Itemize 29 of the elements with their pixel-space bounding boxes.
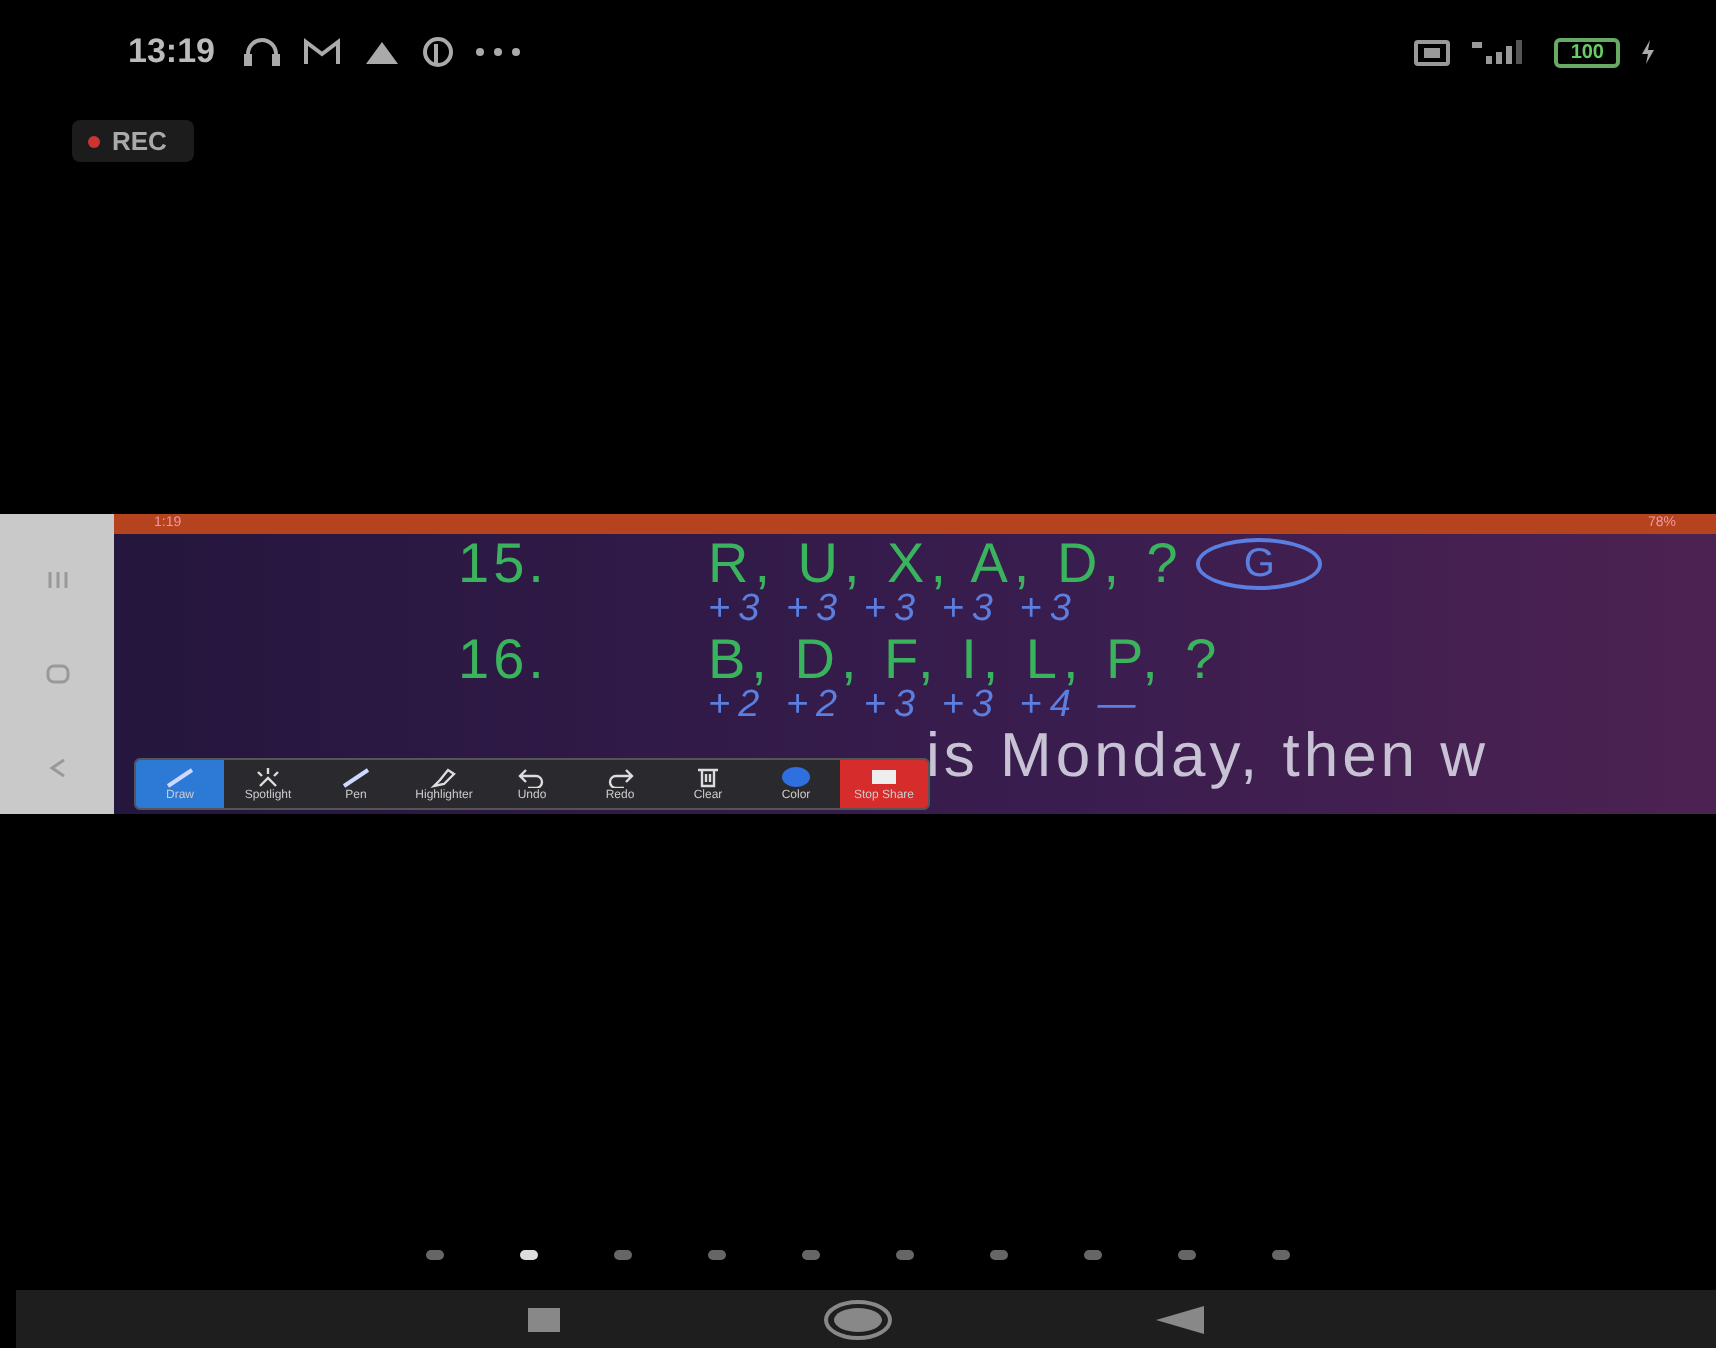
handwritten-steps: +3 +3 +3 +3 +3 <box>708 588 1079 630</box>
trash-icon <box>692 766 724 788</box>
mail-icon <box>302 38 343 66</box>
letter-sequence: B, D, F, I, L, P, ? <box>708 634 1223 686</box>
more-icon <box>474 46 523 58</box>
color-swatch-icon <box>780 766 812 788</box>
letter-sequence: R, U, X, A, D, ? <box>708 538 1184 590</box>
recording-badge: REC <box>72 120 195 162</box>
highlighter-icon <box>428 766 460 788</box>
question-text: is Monday, then w <box>926 720 1490 790</box>
battery-level: 100 <box>1554 37 1620 67</box>
headphones-icon <box>242 38 283 66</box>
question-number: 15. <box>458 538 550 590</box>
handwritten-steps: +2 +2 +3 +3 +4 — <box>708 684 1144 726</box>
sim-icon <box>1414 39 1451 65</box>
circled-answer: G <box>1195 538 1323 590</box>
undo-icon <box>516 766 548 788</box>
question-number: 16. <box>458 634 550 686</box>
home-icon[interactable] <box>824 1299 892 1339</box>
stop-share-icon <box>868 766 900 788</box>
pencil-icon <box>164 766 196 788</box>
pin-icon <box>422 36 455 68</box>
back-icon[interactable] <box>1156 1305 1204 1333</box>
status-time: 13:19 <box>128 32 215 72</box>
recents-icon[interactable] <box>528 1307 560 1331</box>
charging-icon <box>1640 40 1656 64</box>
redo-icon <box>604 766 636 788</box>
spotlight-icon <box>252 766 284 788</box>
pen-icon <box>340 766 372 788</box>
